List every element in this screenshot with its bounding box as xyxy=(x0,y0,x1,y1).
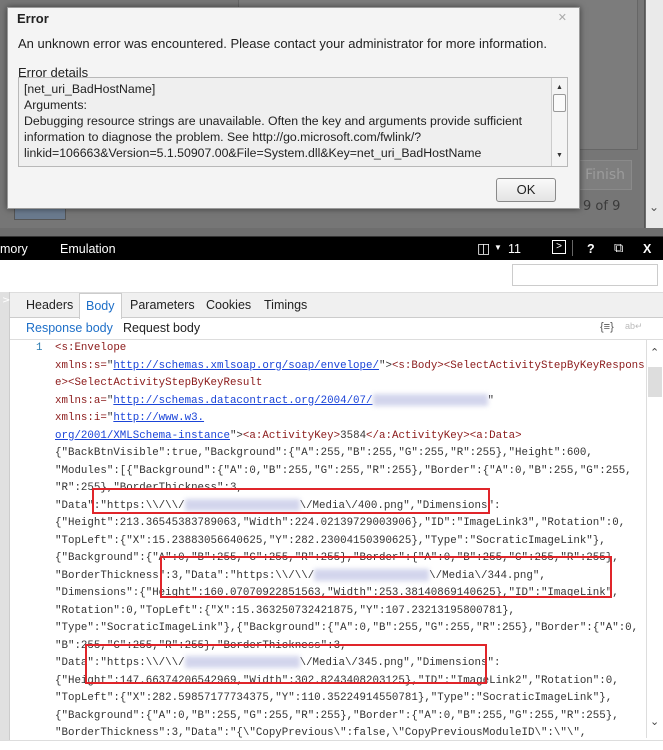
code-token: "BorderThickness":3,"Data":"{\"CopyPrevi… xyxy=(55,727,587,739)
devtools-toolbar: mory Emulation ◫ ▼ 11 > ? ⧉ X xyxy=(0,236,663,260)
console-icon[interactable]: > xyxy=(552,240,566,254)
code-line: {"BackBtnVisible":true,"Background":{"A"… xyxy=(55,445,593,463)
code-line: "Type":"SocraticImageLink"},{"Background… xyxy=(55,620,638,638)
error-message: An unknown error was encountered. Please… xyxy=(18,36,547,51)
code-line: xmlns:s="http://schemas.xmlsoap.org/soap… xyxy=(55,358,645,376)
tab-emulation[interactable]: Emulation xyxy=(60,242,116,256)
code-line: "TopLeft":{"X":15.23883056640625,"Y":282… xyxy=(55,533,606,551)
chevron-down-icon[interactable]: ⌄ xyxy=(649,200,659,214)
code-token: xmlns:s= xyxy=(55,359,107,372)
code-token: e><SelectActivityStepByKeyResult xyxy=(55,377,263,389)
word-wrap-icon[interactable]: ab↵ xyxy=(625,321,643,332)
code-line: <s:Envelope xyxy=(55,340,126,358)
code-token: 3584 xyxy=(340,429,367,442)
code-line: "TopLeft":{"X":282.59857177734375,"Y":11… xyxy=(55,690,612,708)
code-token: <s:Envelope xyxy=(55,342,127,354)
finish-button[interactable]: Finish xyxy=(572,160,632,190)
close-devtools-icon[interactable]: X xyxy=(643,242,651,256)
scroll-thumb[interactable] xyxy=(553,94,566,112)
code-token: </a:ActivityKey><a:Data> xyxy=(366,429,522,442)
code-token: {"Height":213.36545383789063,"Width":224… xyxy=(55,517,626,529)
code-line: {"Background":{"A":0,"B":255,"G":255,"R"… xyxy=(55,708,619,726)
code-token: "TopLeft":{"X":15.23883056640625,"Y":282… xyxy=(55,534,606,547)
code-link[interactable]: http://www.w3. xyxy=(113,412,204,424)
subtab-request-body[interactable]: Request body xyxy=(123,321,200,335)
code-link[interactable]: org/2001/XMLSchema-instance xyxy=(55,430,230,442)
code-line: xmlns:i="http://www.w3. xyxy=(55,410,204,428)
code-line: xmlns:a= " http://schemas.datacontract.org… xyxy=(55,393,494,411)
device-icon[interactable]: ◫ xyxy=(477,240,490,257)
collapse-panel-strip[interactable]: > xyxy=(0,292,10,750)
scroll-thumb[interactable] xyxy=(648,367,662,397)
code-token: " xyxy=(487,394,494,407)
subtab-response-body[interactable]: Response body xyxy=(26,321,113,335)
tab-memory[interactable]: mory xyxy=(0,242,28,256)
error-details-box[interactable]: [net_uri_BadHostName] Arguments: Debuggi… xyxy=(18,77,568,167)
code-token: "Rotation":0,"TopLeft":{"X":15.363250732… xyxy=(55,604,516,617)
footer xyxy=(0,740,663,750)
chevron-up-icon[interactable]: ⌃ xyxy=(650,346,659,359)
code-token: <s:Body><SelectActivityStepByKeyRespons xyxy=(391,359,645,372)
details-line: information to diagnose the problem. See… xyxy=(24,130,422,144)
code-line: e><SelectActivityStepByKeyResult xyxy=(55,375,262,393)
close-icon[interactable]: ✕ xyxy=(558,11,567,24)
details-line: [net_uri_BadHostName] xyxy=(24,82,156,96)
code-token: {"Background":{"A":0,"B":255,"G":255,"R"… xyxy=(55,709,619,722)
divider xyxy=(572,240,573,256)
code-line: "Rotation":0,"TopLeft":{"X":15.363250732… xyxy=(55,603,515,621)
ok-button[interactable]: OK xyxy=(496,178,556,202)
redacted-host xyxy=(372,393,488,406)
code-link[interactable]: http://schemas.xmlsoap.org/soap/envelope… xyxy=(113,360,379,372)
dropdown-arrow-icon[interactable]: ▼ xyxy=(494,243,502,252)
page-counter: 9 of 9 xyxy=(583,199,621,214)
code-line: org/2001/XMLSchema-instance"><a:Activity… xyxy=(55,428,522,446)
help-icon[interactable]: ? xyxy=(587,242,595,256)
error-dialog: Error ✕ An unknown error was encountered… xyxy=(7,7,580,209)
search-row xyxy=(0,260,663,292)
detail-tabs: Headers Body Parameters Cookies Timings xyxy=(0,292,663,319)
code-link[interactable]: http://schemas.datacontract.org/2004/07/ xyxy=(113,395,372,407)
code-line: {"Height":213.36545383789063,"Width":224… xyxy=(55,515,625,533)
code-token: <a:ActivityKey> xyxy=(242,429,341,442)
highlight-box xyxy=(85,644,487,684)
code-token: "> xyxy=(378,359,392,372)
highlight-box xyxy=(160,556,612,598)
details-line: Arguments: xyxy=(24,98,87,112)
details-line: Debugging resource strings are unavailab… xyxy=(24,114,523,128)
document-mode[interactable]: 11 xyxy=(508,242,521,256)
code-scrollbar[interactable]: ⌃ ⌄ xyxy=(646,340,663,738)
code-token: "> xyxy=(229,429,243,442)
tab-timings[interactable]: Timings xyxy=(264,298,307,312)
code-token: "Modules":[{"Background":{"A":0,"B":255,… xyxy=(55,464,632,477)
body-subtabs: Response body Request body {≡} ab↵ xyxy=(10,318,663,340)
details-line: linkid=106663&Version=5.1.50907.00&File=… xyxy=(24,146,482,160)
highlight-box xyxy=(92,488,490,514)
code-token: xmlns:i= xyxy=(55,412,107,424)
tab-body[interactable]: Body xyxy=(79,293,122,319)
pretty-print-icon[interactable]: {≡} xyxy=(600,321,614,333)
code-line: "BorderThickness":3,"Data":"{\"CopyPrevi… xyxy=(55,725,586,740)
code-token: "Type":"SocraticImageLink"},{"Background… xyxy=(55,622,639,634)
line-number: 1 xyxy=(36,342,43,354)
code-line: "Modules":[{"Background":{"A":0,"B":255,… xyxy=(55,463,632,481)
dialog-title: Error xyxy=(17,11,49,26)
tab-cookies[interactable]: Cookies xyxy=(206,298,251,312)
expand-icon[interactable]: > xyxy=(2,295,10,306)
code-token: xmlns:a= xyxy=(55,394,107,407)
app-scrollbar[interactable]: ⌄ xyxy=(646,0,663,228)
tab-headers[interactable]: Headers xyxy=(26,298,73,312)
scroll-down-icon[interactable]: ▼ xyxy=(556,148,563,164)
details-scrollbar[interactable]: ▲ ▼ xyxy=(551,78,567,166)
tab-parameters[interactable]: Parameters xyxy=(130,298,195,312)
code-token: {"BackBtnVisible":true,"Background":{"A"… xyxy=(55,447,593,459)
search-input[interactable] xyxy=(512,264,658,286)
code-token: "TopLeft":{"X":282.59857177734375,"Y":11… xyxy=(55,692,613,704)
undock-icon[interactable]: ⧉ xyxy=(614,240,623,256)
chevron-down-icon[interactable]: ⌄ xyxy=(650,715,659,728)
